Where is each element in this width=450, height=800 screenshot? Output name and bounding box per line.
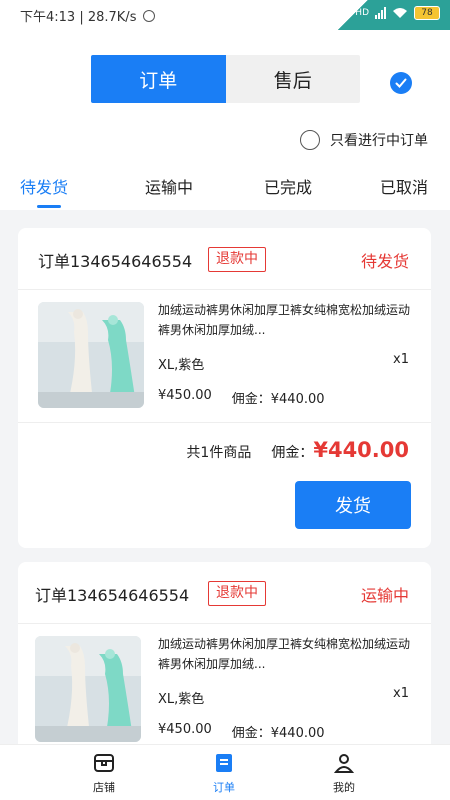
- nav-label: 订单: [213, 781, 235, 794]
- product-prices: ¥450.00 佣金：¥440.00: [158, 722, 325, 741]
- product-commission: 佣金：¥440.00: [231, 392, 325, 407]
- tab-in-transit[interactable]: 运输中: [145, 174, 193, 198]
- product-price: ¥450.00: [158, 722, 212, 737]
- product-title: 加绒运动裤男休闲加厚卫裤女纯棉宽松加绒运动裤男休闲加厚加绒...: [158, 303, 411, 337]
- product-commission: 佣金：¥440.00: [231, 726, 325, 741]
- order-status: 待发货: [360, 252, 409, 271]
- order-number: 订单134654646554: [35, 586, 190, 605]
- nav-label: 店铺: [93, 781, 115, 794]
- check-icon[interactable]: [390, 72, 412, 94]
- product-qty: x1: [393, 686, 409, 701]
- order-header: 订单134654646554 退款中 待发货: [18, 228, 431, 290]
- toggle-label: 只看进行中订单: [330, 133, 428, 149]
- nav-store[interactable]: 店铺: [74, 751, 134, 795]
- product-title: 加绒运动裤男休闲加厚卫裤女纯棉宽松加绒运动裤男休闲加厚加绒...: [158, 637, 411, 671]
- divider: [18, 422, 431, 423]
- wifi-icon: [393, 8, 407, 18]
- summary-amount: ¥440.00: [313, 438, 409, 462]
- tab-indicator: [37, 205, 61, 208]
- in-progress-toggle[interactable]: 只看进行中订单: [300, 130, 428, 150]
- header: 订单 售后 只看进行中订单 待发货 运输中 已完成 已取消: [0, 30, 450, 210]
- segment-after-sales[interactable]: 售后: [225, 55, 360, 103]
- nav-orders[interactable]: 订单: [194, 751, 254, 795]
- product-price: ¥450.00: [158, 388, 212, 403]
- radio-icon[interactable]: [300, 130, 320, 150]
- segment-control: 订单 售后: [91, 55, 360, 103]
- battery-icon: 78: [414, 6, 440, 20]
- nav-mine[interactable]: 我的: [314, 751, 374, 795]
- alarm-icon: [143, 9, 156, 22]
- tab-pending-ship[interactable]: 待发货: [20, 174, 68, 198]
- order-icon: [216, 754, 232, 772]
- ship-button[interactable]: 发货: [295, 481, 411, 529]
- order-card[interactable]: 订单134654646554 退款中 运输中 加绒运动裤男休闲加厚卫裤女纯棉宽松…: [18, 562, 431, 762]
- product-spec: XL,紫色: [158, 358, 205, 373]
- order-number: 订单134654646554: [38, 252, 193, 271]
- product-qty: x1: [393, 352, 409, 367]
- user-icon: [333, 754, 355, 773]
- product-prices: ¥450.00 佣金：¥440.00: [158, 388, 325, 407]
- product-image: [38, 302, 144, 408]
- summary-count: 共1件商品: [186, 445, 252, 461]
- network-label: HD: [355, 8, 369, 18]
- status-time: 下午4:13 | 28.7K/s: [20, 6, 156, 25]
- store-icon: [94, 754, 114, 772]
- tab-completed[interactable]: 已完成: [264, 174, 312, 198]
- product-spec: XL,紫色: [158, 692, 205, 707]
- tab-cancelled[interactable]: 已取消: [380, 174, 428, 198]
- product-image: [35, 636, 141, 742]
- refund-badge: 退款中: [208, 247, 266, 272]
- bottom-nav: 店铺 订单 我的: [0, 744, 450, 800]
- order-tabs: 待发货 运输中 已完成 已取消: [0, 172, 450, 210]
- order-status: 运输中: [360, 586, 409, 605]
- order-card[interactable]: 订单134654646554 退款中 待发货 加绒运动裤男休闲加厚卫裤女纯棉宽松…: [18, 228, 431, 548]
- summary-label: 佣金：: [271, 445, 314, 461]
- segment-orders[interactable]: 订单: [91, 55, 226, 103]
- status-bar: 下午4:13 | 28.7K/s HD 78: [0, 0, 450, 30]
- signal-icon: [375, 7, 386, 19]
- order-summary: 共1件商品 佣金：¥440.00: [186, 438, 409, 462]
- nav-label: 我的: [333, 781, 355, 794]
- refund-badge: 退款中: [208, 581, 266, 606]
- order-header: 订单134654646554 退款中 运输中: [18, 562, 431, 624]
